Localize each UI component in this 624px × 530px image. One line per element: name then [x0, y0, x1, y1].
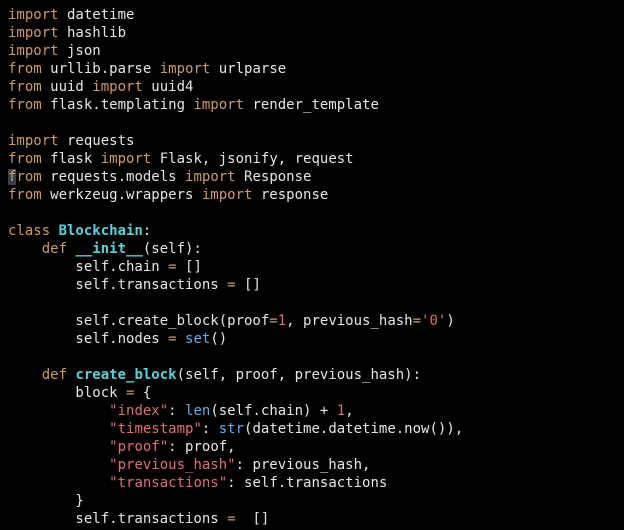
keyword-import: import [160, 61, 211, 77]
params: (self, proof, previous_hash): [177, 367, 421, 383]
params: (self): [143, 241, 202, 257]
keyword-import: import [101, 151, 152, 167]
punct: : [143, 223, 151, 239]
string: "index" [109, 403, 168, 419]
module-name: json [59, 43, 101, 59]
keyword-class: class [8, 223, 59, 239]
keyword-from: from [8, 79, 42, 95]
string: "previous_hash" [109, 457, 235, 473]
operator: = [168, 331, 176, 347]
number: 1 [337, 403, 345, 419]
code-text: { [134, 385, 151, 401]
imported-name: response [252, 187, 328, 203]
operator: = [227, 277, 235, 293]
keyword-import: import [8, 25, 59, 41]
module-name: uuid [42, 79, 93, 95]
method-name: create_block [75, 367, 176, 383]
keyword-from: from [8, 97, 42, 113]
code-text: self.create_block(proof [8, 313, 269, 329]
indent [8, 403, 109, 419]
indent [8, 241, 42, 257]
builtin: str [219, 421, 244, 437]
code-text: self.transactions [8, 277, 227, 293]
code-text: block [8, 385, 126, 401]
method-name: __init__ [75, 241, 142, 257]
operator: = [269, 313, 277, 329]
class-name: Blockchain [59, 223, 143, 239]
string: "timestamp" [109, 421, 202, 437]
code-text: self.chain [8, 259, 168, 275]
indent [8, 421, 109, 437]
code-editor[interactable]: import datetime import hashlib import js… [0, 0, 624, 530]
code-text: [] [177, 259, 202, 275]
indent [8, 457, 109, 473]
module-name: requests.models [42, 169, 185, 185]
code-text: : proof, [168, 439, 235, 455]
number: 1 [278, 313, 286, 329]
builtin: len [185, 403, 210, 419]
code-text: ) [446, 313, 454, 329]
indent [8, 367, 42, 383]
string: "transactions" [109, 475, 227, 491]
module-name: hashlib [59, 25, 126, 41]
code-text: : previous_hash, [236, 457, 371, 473]
code-text: , [345, 403, 353, 419]
code-text [177, 331, 185, 347]
keyword-from: from [8, 61, 42, 77]
operator: = [413, 313, 421, 329]
module-name: werkzeug.wrappers [42, 187, 202, 203]
keyword-import: import [92, 79, 143, 95]
builtin: set [185, 331, 210, 347]
keyword-import: import [8, 7, 59, 23]
keyword-import: import [8, 133, 59, 149]
code-text: self.transactions [8, 511, 227, 527]
module-name: datetime [59, 7, 135, 23]
code-text: : [168, 403, 185, 419]
keyword-import: import [8, 43, 59, 59]
operator: = [168, 259, 176, 275]
keyword-import: import [202, 187, 253, 203]
code-text: (self.chain) + [210, 403, 336, 419]
code-text: (datetime.datetime.now()), [244, 421, 463, 437]
string: "proof" [109, 439, 168, 455]
keyword-import: import [185, 169, 236, 185]
module-name: flask.templating [42, 97, 194, 113]
keyword-def: def [42, 367, 76, 383]
code-text: () [210, 331, 227, 347]
module-name: flask [42, 151, 101, 167]
imported-name: Response [236, 169, 312, 185]
imported-name: urlparse [210, 61, 286, 77]
operator: = [227, 511, 235, 527]
code-text: : self.transactions [227, 475, 387, 491]
code-text: : [202, 421, 219, 437]
string: '0' [421, 313, 446, 329]
indent [8, 439, 109, 455]
imported-name: uuid4 [143, 79, 194, 95]
code-text: , previous_hash [286, 313, 412, 329]
imported-name: render_template [244, 97, 379, 113]
module-name: requests [59, 133, 135, 149]
keyword-import: import [193, 97, 244, 113]
keyword-from: from [8, 187, 42, 203]
keyword-def: def [42, 241, 76, 257]
module-name: urllib.parse [42, 61, 160, 77]
code-text: self.nodes [8, 331, 168, 347]
code-text: [] [236, 277, 261, 293]
code-text: } [8, 493, 84, 509]
imported-name: Flask, jsonify, request [151, 151, 353, 167]
indent [8, 475, 109, 491]
code-text: [] [236, 511, 270, 527]
keyword-from: rom [16, 169, 41, 185]
keyword-from: from [8, 151, 42, 167]
